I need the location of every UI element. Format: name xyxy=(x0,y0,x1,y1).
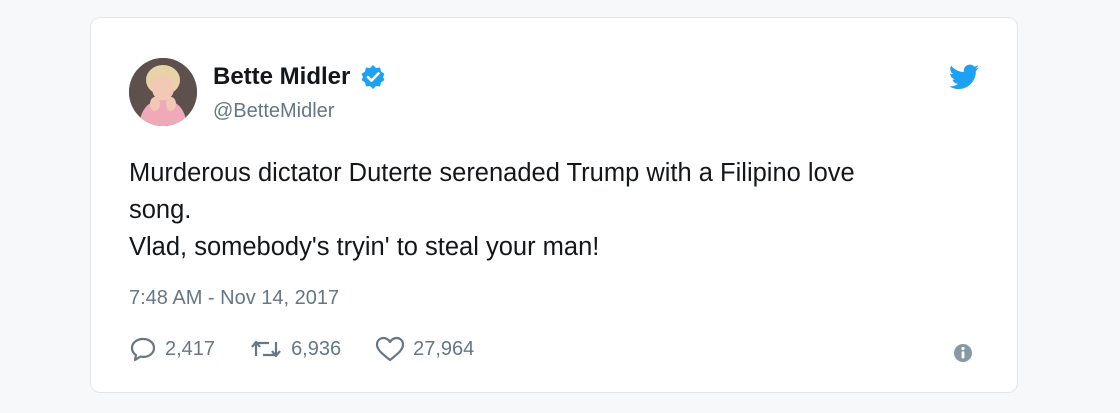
tweet-actions: 2,417 6,936 27,964 xyxy=(129,336,508,362)
tweet-text-line: Vlad, somebody's tryin' to steal your ma… xyxy=(129,233,600,261)
author-name[interactable]: Bette Midler xyxy=(213,63,350,91)
tweet-text-line: Murderous dictator Duterte serenaded Tru… xyxy=(129,159,855,187)
reply-button[interactable]: 2,417 xyxy=(129,336,215,362)
reply-count: 2,417 xyxy=(165,337,216,360)
heart-icon xyxy=(376,336,405,362)
retweet-count: 6,936 xyxy=(291,337,342,360)
tweet-card: Bette Midler @BetteMidler Murderous dict… xyxy=(90,17,1018,393)
info-icon[interactable] xyxy=(953,343,973,363)
retweet-icon xyxy=(251,340,281,358)
retweet-button[interactable]: 6,936 xyxy=(249,336,341,362)
like-button[interactable]: 27,964 xyxy=(375,336,474,362)
tweet-text-line: song. xyxy=(129,196,192,224)
author-row: Bette Midler xyxy=(213,63,386,91)
author-handle[interactable]: @BetteMidler xyxy=(213,99,334,123)
verified-badge-icon xyxy=(360,64,386,90)
twitter-bird-icon[interactable] xyxy=(949,64,979,90)
like-count: 27,964 xyxy=(413,337,475,360)
reply-icon xyxy=(130,337,156,362)
tweet-text: Murderous dictator Duterte serenaded Tru… xyxy=(129,155,989,266)
tweet-timestamp[interactable]: 7:48 AM - Nov 14, 2017 xyxy=(129,286,339,310)
avatar[interactable] xyxy=(129,58,197,126)
